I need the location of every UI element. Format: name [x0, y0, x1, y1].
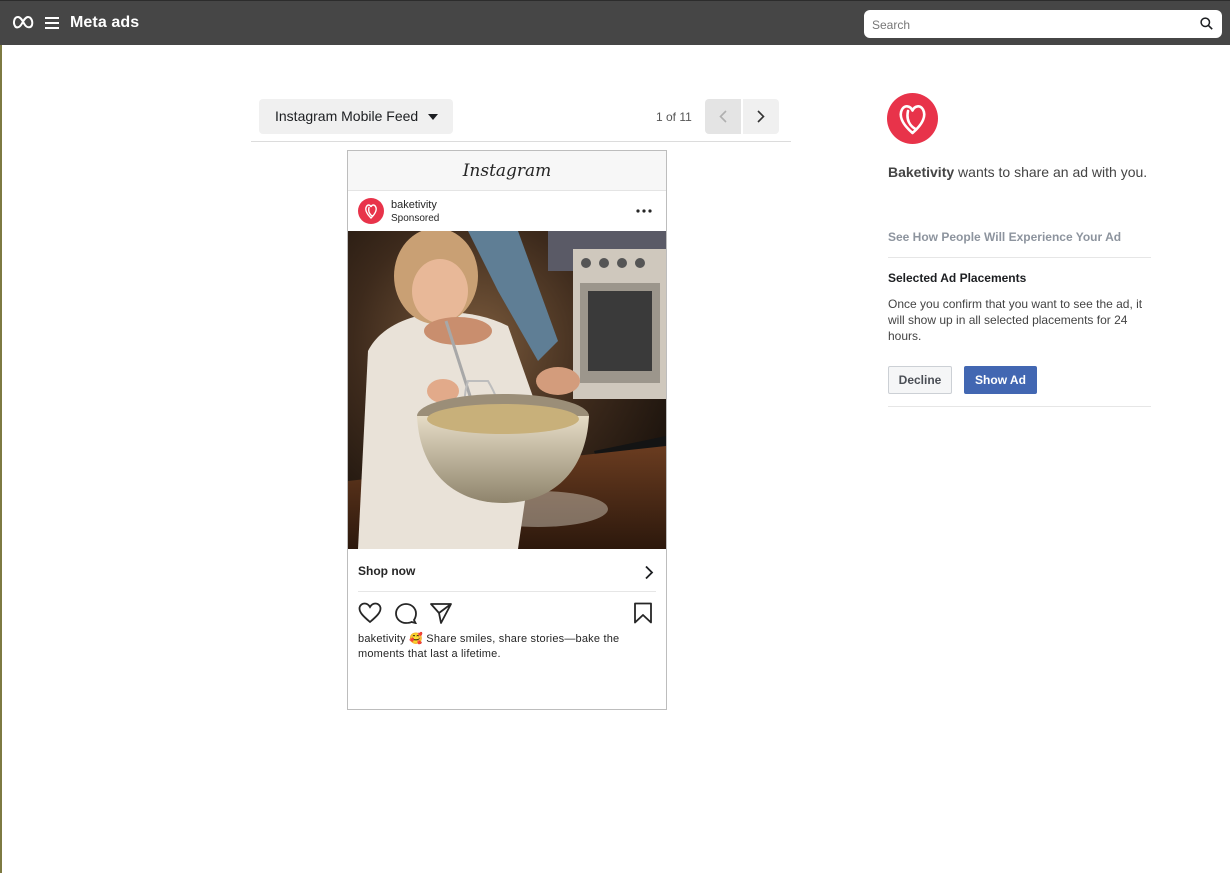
selected-placements-description: Once you confirm that you want to see th…	[888, 297, 1143, 343]
pager-count: 1 of 11	[656, 110, 692, 124]
meta-logo-icon[interactable]	[12, 14, 34, 30]
next-ad-button[interactable]	[743, 99, 779, 134]
bookmark-icon[interactable]	[632, 602, 654, 624]
post-caption: baketivity 🥰 Share smiles, share stories…	[358, 632, 656, 662]
chevron-left-icon	[719, 110, 727, 123]
caret-down-icon	[428, 114, 438, 120]
top-bar: Meta ads	[0, 0, 1230, 45]
paper-plane-icon[interactable]	[429, 602, 453, 624]
hamburger-menu-icon[interactable]	[45, 17, 59, 29]
previous-ad-button[interactable]	[705, 99, 741, 134]
panel-divider	[888, 257, 1151, 258]
comment-icon[interactable]	[394, 602, 418, 624]
share-message-text: wants to share an ad with you.	[954, 164, 1148, 180]
selected-placements-title: Selected Ad Placements	[888, 271, 1027, 285]
account-name[interactable]: baketivity	[391, 199, 437, 211]
share-message: Baketivity wants to share an ad with you…	[888, 164, 1147, 180]
caption-account[interactable]: baketivity	[358, 633, 406, 645]
app-title[interactable]: Meta ads	[70, 14, 139, 32]
advertiser-logo	[887, 93, 938, 144]
show-ad-button[interactable]: Show Ad	[964, 366, 1037, 394]
window-edge	[0, 45, 2, 873]
placement-dropdown[interactable]: Instagram Mobile Feed	[259, 99, 453, 134]
decline-button[interactable]: Decline	[888, 366, 952, 394]
account-avatar[interactable]	[358, 198, 384, 224]
more-options-icon[interactable]	[636, 209, 652, 213]
search-icon[interactable]	[1200, 17, 1213, 30]
instagram-phone-preview: Instagram baketivity Sponsored Shop now …	[347, 150, 667, 710]
search-box[interactable]	[864, 10, 1222, 40]
cta-row[interactable]: Shop now	[358, 554, 656, 592]
post-header: baketivity Sponsored	[348, 191, 666, 231]
sponsored-label: Sponsored	[391, 213, 440, 224]
post-actions	[358, 592, 656, 632]
placement-dropdown-label: Instagram Mobile Feed	[275, 108, 419, 124]
instagram-header: Instagram	[348, 151, 666, 191]
search-input[interactable]	[870, 10, 1194, 40]
chevron-right-icon[interactable]	[644, 565, 654, 580]
see-how-heading: See How People Will Experience Your Ad	[888, 230, 1122, 244]
heart-icon[interactable]	[358, 602, 382, 624]
advertiser-name: Baketivity	[888, 164, 955, 180]
preview-divider	[251, 141, 791, 142]
shop-now-cta[interactable]: Shop now	[358, 564, 415, 578]
ad-image[interactable]	[348, 228, 666, 549]
panel-divider	[888, 406, 1151, 407]
chevron-right-icon	[757, 110, 765, 123]
